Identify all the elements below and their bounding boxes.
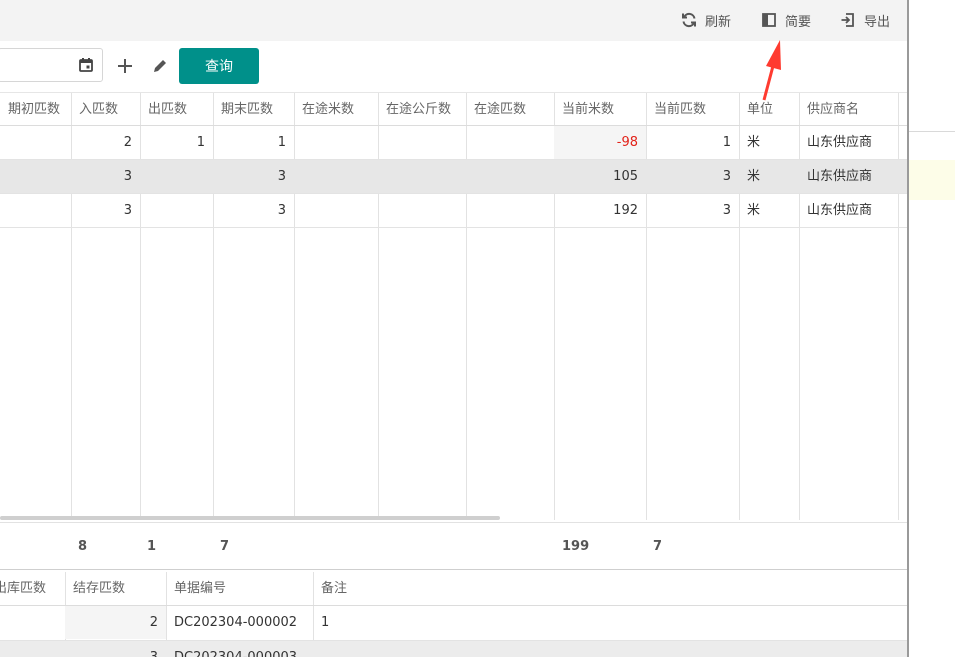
cell-end: 1 bbox=[277, 135, 286, 150]
col-header[interactable]: 备注 bbox=[313, 572, 513, 605]
cell-end: 3 bbox=[277, 169, 286, 184]
cell-unit: 米 bbox=[747, 203, 761, 218]
export-icon bbox=[841, 13, 854, 27]
horizontal-scrollbar[interactable] bbox=[0, 516, 500, 520]
refresh-label: 刷新 bbox=[705, 14, 732, 30]
refresh-icon bbox=[682, 12, 696, 28]
total-current-meters: 199 bbox=[562, 539, 590, 554]
col-header[interactable]: 在途公斤数 bbox=[378, 93, 466, 126]
edit-pencil-icon[interactable] bbox=[150, 56, 170, 76]
cell-end: 3 bbox=[277, 203, 286, 218]
col-header[interactable]: 出库匹数 bbox=[0, 572, 65, 605]
cell-in: 2 bbox=[123, 135, 132, 150]
cell-supplier: 山东供应商 bbox=[807, 203, 873, 218]
cell-current-meters: 105 bbox=[613, 169, 638, 184]
total-current-pieces: 7 bbox=[653, 539, 663, 554]
cell-current-meters: 192 bbox=[613, 203, 638, 218]
toolbar: 查询 bbox=[0, 41, 907, 92]
summary-label: 简要 bbox=[785, 14, 812, 30]
calendar-icon[interactable] bbox=[78, 57, 94, 73]
table-row[interactable]: 2 DC202304-000002 1 bbox=[0, 606, 907, 641]
total-in: 8 bbox=[78, 539, 88, 554]
totals-row: 8 1 7 199 7 bbox=[0, 522, 907, 570]
export-label: 导出 bbox=[864, 14, 891, 30]
col-header[interactable]: 期末匹数 bbox=[213, 93, 294, 126]
cell-unit: 米 bbox=[747, 135, 761, 150]
cell-out: 1 bbox=[196, 135, 205, 150]
add-icon[interactable] bbox=[115, 56, 135, 76]
grid-header: 期初匹数 入匹数 出匹数 期末匹数 在途米数 在途公斤数 在途匹数 当前米数 当… bbox=[0, 92, 907, 126]
col-header[interactable]: 结存匹数 bbox=[65, 572, 166, 605]
cell-supplier: 山东供应商 bbox=[807, 169, 873, 184]
refresh-button[interactable]: 刷新 bbox=[681, 10, 731, 30]
table-row[interactable]: 2 1 1 -98 1 米 山东供应商 bbox=[0, 126, 907, 160]
cell-unit: 米 bbox=[747, 169, 761, 184]
cell-remark: 1 bbox=[321, 615, 330, 630]
cell-in: 3 bbox=[123, 203, 132, 218]
col-header[interactable]: 单据编号 bbox=[166, 572, 313, 605]
col-header[interactable]: 出匹数 bbox=[140, 93, 213, 126]
table-row[interactable]: 3 DC202304-000003 bbox=[0, 641, 907, 657]
col-header[interactable]: 单位 bbox=[739, 93, 799, 126]
col-header[interactable]: 在途米数 bbox=[294, 93, 378, 126]
cell-supplier: 山东供应商 bbox=[807, 135, 873, 150]
cell-current-meters: -98 bbox=[554, 126, 646, 159]
cell-current-pieces: 3 bbox=[722, 203, 731, 218]
col-header[interactable]: 供应商名 bbox=[799, 93, 898, 126]
cell-balance: 2 bbox=[65, 606, 166, 639]
total-out: 1 bbox=[147, 539, 157, 554]
col-header[interactable]: 期初匹数 bbox=[0, 93, 71, 126]
cell-doc-no: DC202304-000003 bbox=[166, 641, 313, 657]
date-input[interactable] bbox=[0, 48, 103, 82]
col-header[interactable]: 入匹数 bbox=[71, 93, 140, 126]
total-end: 7 bbox=[220, 539, 230, 554]
col-header[interactable]: 当前匹数 bbox=[646, 93, 739, 126]
col-header[interactable]: 当前米数 bbox=[554, 93, 646, 126]
detail-header: 出库匹数 结存匹数 单据编号 备注 bbox=[0, 572, 907, 606]
main-panel: 刷新 简要 导出 查询 期初匹数 入匹数 出匹数 期末匹数 在途米数 在途公斤数… bbox=[0, 0, 907, 657]
table-row[interactable]: 3 3 105 3 米 山东供应商 bbox=[0, 160, 907, 194]
split-panel-icon bbox=[762, 13, 776, 27]
cell-balance: 3 bbox=[65, 641, 166, 657]
export-button[interactable]: 导出 bbox=[840, 10, 890, 30]
cell-doc-no: DC202304-000002 bbox=[174, 615, 298, 630]
summary-button[interactable]: 简要 bbox=[761, 10, 811, 30]
col-header[interactable]: 在途匹数 bbox=[466, 93, 554, 126]
cell-in: 3 bbox=[123, 169, 132, 184]
cell-current-pieces: 3 bbox=[722, 169, 731, 184]
right-side-panel bbox=[907, 0, 955, 657]
top-bar: 刷新 简要 导出 bbox=[0, 0, 907, 41]
table-row[interactable]: 3 3 192 3 米 山东供应商 bbox=[0, 194, 907, 228]
query-button[interactable]: 查询 bbox=[179, 48, 259, 84]
cell-current-pieces: 1 bbox=[722, 135, 731, 150]
